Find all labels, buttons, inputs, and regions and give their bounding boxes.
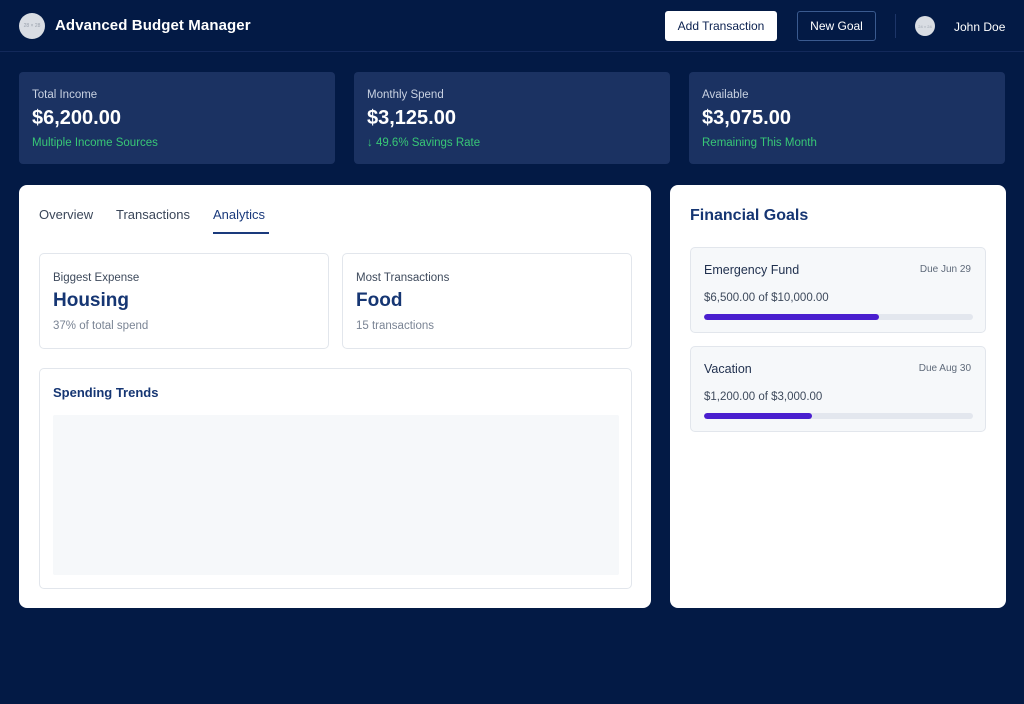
- goal-progress-fill: [704, 314, 879, 320]
- new-goal-button[interactable]: New Goal: [797, 11, 876, 41]
- add-transaction-button[interactable]: Add Transaction: [665, 11, 777, 41]
- stat-subtext: Multiple Income Sources: [32, 137, 158, 149]
- card-value: Housing: [53, 290, 129, 311]
- financial-goals-title: Financial Goals: [690, 207, 809, 224]
- goal-amount: $1,200.00 of $3,000.00: [704, 391, 823, 403]
- spending-trends-chart-area: [53, 415, 619, 575]
- goal-progress-track: [704, 413, 973, 419]
- app-header: 28 × 28 Advanced Budget Manager Add Tran…: [0, 0, 1024, 52]
- stat-value: $6,200.00: [32, 107, 121, 129]
- goal-name: Vacation: [704, 362, 752, 376]
- stat-subtext: ↓ 49.6% Savings Rate: [367, 137, 481, 149]
- spending-trends-title: Spending Trends: [53, 385, 159, 400]
- active-tab-indicator: [213, 232, 269, 234]
- card-value: Food: [356, 290, 403, 311]
- card-label: Most Transactions: [356, 272, 450, 284]
- card-subtext: 15 transactions: [356, 320, 434, 332]
- user-name[interactable]: John Doe: [954, 20, 1005, 34]
- user-avatar[interactable]: 24 × 24: [915, 16, 935, 36]
- goal-due-date: Due Aug 30: [918, 363, 971, 374]
- goal-amount: $6,500.00 of $10,000.00: [704, 292, 829, 304]
- stat-card-available: Available $3,075.00 Remaining This Month: [689, 72, 1005, 164]
- stat-label: Monthly Spend: [367, 89, 444, 101]
- goal-progress-track: [704, 314, 973, 320]
- spending-trends-card: Spending Trends: [39, 368, 632, 589]
- goal-progress-fill: [704, 413, 812, 419]
- card-subtext: 37% of total spend: [53, 320, 149, 332]
- stat-label: Total Income: [32, 89, 98, 101]
- stat-value: $3,075.00: [702, 107, 791, 129]
- header-divider: [895, 14, 896, 38]
- tab-analytics[interactable]: Analytics: [213, 207, 265, 222]
- card-label: Biggest Expense: [53, 272, 140, 284]
- stat-label: Available: [702, 89, 749, 101]
- tab-overview[interactable]: Overview: [39, 207, 93, 222]
- main-panel: Overview Transactions Analytics Biggest …: [19, 185, 651, 608]
- tab-transactions[interactable]: Transactions: [116, 207, 190, 222]
- goal-due-date: Due Jun 29: [919, 264, 971, 275]
- goal-card-vacation[interactable]: Vacation Due Aug 30 $1,200.00 of $3,000.…: [690, 346, 986, 432]
- stat-value: $3,125.00: [367, 107, 456, 129]
- goal-name: Emergency Fund: [704, 263, 800, 277]
- financial-goals-panel: Financial Goals Emergency Fund Due Jun 2…: [670, 185, 1006, 608]
- app-logo: 28 × 28: [19, 13, 45, 39]
- stat-card-monthly-spend: Monthly Spend $3,125.00 ↓ 49.6% Savings …: [354, 72, 670, 164]
- most-transactions-card: Most Transactions Food 15 transactions: [342, 253, 632, 349]
- biggest-expense-card: Biggest Expense Housing 37% of total spe…: [39, 253, 329, 349]
- stat-subtext: Remaining This Month: [702, 137, 817, 149]
- stat-card-total-income: Total Income $6,200.00 Multiple Income S…: [19, 72, 335, 164]
- app-title: Advanced Budget Manager: [55, 17, 251, 34]
- goal-card-emergency-fund[interactable]: Emergency Fund Due Jun 29 $6,500.00 of $…: [690, 247, 986, 333]
